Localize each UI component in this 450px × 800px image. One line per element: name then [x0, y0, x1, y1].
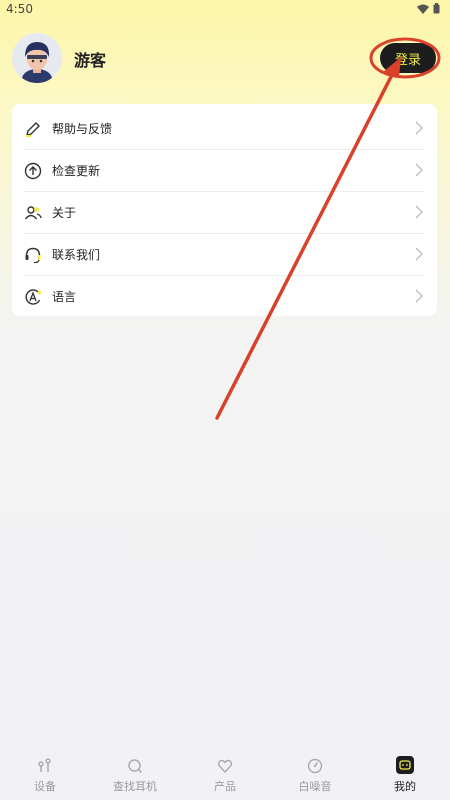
language-icon — [25, 289, 42, 305]
menu-label: 语言 — [52, 290, 77, 304]
tab-label: 设备 — [34, 780, 56, 793]
menu-item-language[interactable]: 语言 — [24, 276, 425, 317]
status-icons — [417, 3, 440, 14]
username: 游客 — [74, 51, 107, 70]
tab-white-noise[interactable]: 白噪音 — [270, 754, 360, 800]
chevron-right-icon — [415, 247, 423, 261]
profile-icon — [396, 756, 414, 774]
avatar-illustration-icon — [12, 33, 62, 83]
device-icon — [38, 758, 51, 772]
menu-label: 关于 — [52, 206, 77, 220]
users-icon — [24, 206, 42, 220]
edit-icon — [26, 122, 40, 137]
tab-device[interactable]: 设备 — [0, 754, 90, 800]
headset-icon — [25, 247, 41, 264]
battery-icon — [433, 3, 440, 14]
tab-label: 产品 — [214, 780, 236, 793]
menu-label: 联系我们 — [52, 248, 101, 262]
tab-products[interactable]: 产品 — [180, 754, 270, 800]
menu-item-check-update[interactable]: 检查更新 — [24, 150, 425, 192]
menu-label: 检查更新 — [52, 164, 101, 178]
tab-find-earbuds[interactable]: 查找耳机 — [90, 754, 180, 800]
bottom-tab-bar: 设备 查找耳机 产品 白噪音 我的 — [0, 748, 450, 800]
tab-label: 白噪音 — [298, 780, 332, 793]
chevron-right-icon — [415, 289, 423, 303]
profile-header: 游客 登录 — [12, 33, 438, 85]
menu-item-help-feedback[interactable]: 帮助与反馈 — [24, 108, 425, 150]
menu-item-contact-us[interactable]: 联系我们 — [24, 234, 425, 276]
search-earbuds-icon — [128, 759, 143, 774]
tab-my[interactable]: 我的 — [360, 754, 450, 800]
product-icon — [217, 759, 233, 774]
menu-label: 帮助与反馈 — [52, 122, 113, 136]
white-noise-icon — [307, 758, 323, 774]
login-button[interactable]: 登录 — [380, 43, 436, 73]
wifi-icon — [417, 4, 429, 14]
tab-label: 查找耳机 — [113, 780, 157, 793]
status-bar: 4:50 — [0, 0, 450, 20]
tab-label: 我的 — [394, 780, 416, 793]
chevron-right-icon — [415, 121, 423, 135]
chevron-right-icon — [415, 205, 423, 219]
status-time: 4:50 — [6, 2, 33, 16]
upload-arrow-icon — [24, 162, 42, 180]
avatar[interactable] — [12, 33, 62, 83]
settings-menu: 帮助与反馈 检查更新 关于 联系我们 语言 — [12, 104, 437, 316]
chevron-right-icon — [415, 163, 423, 177]
menu-item-about[interactable]: 关于 — [24, 192, 425, 234]
